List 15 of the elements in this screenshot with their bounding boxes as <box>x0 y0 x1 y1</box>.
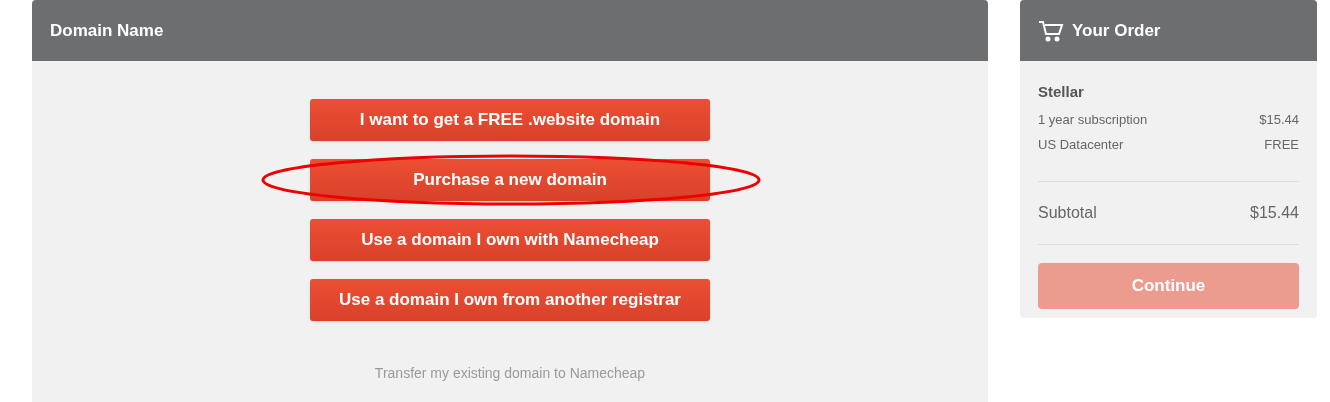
subtotal-label: Subtotal <box>1038 202 1097 223</box>
line-value: $15.44 <box>1259 110 1299 129</box>
line-label: US Datacenter <box>1038 136 1124 154</box>
option-button[interactable]: Use a domain I own with Namecheap <box>310 219 710 261</box>
option-button[interactable]: Use a domain I own from another registrar <box>310 279 710 321</box>
line-label: 1 year subscription <box>1038 110 1148 129</box>
panel-title: Domain Name <box>50 19 164 42</box>
option-button[interactable]: Purchase a new domain <box>310 159 710 201</box>
subtotal-value: $15.44 <box>1250 202 1299 223</box>
line-value: FREE <box>1264 136 1299 154</box>
option-button[interactable]: I want to get a FREE .website domain <box>310 99 710 141</box>
cart-icon <box>1038 19 1064 42</box>
panel-title: Your Order <box>1072 19 1161 42</box>
transfer-link[interactable]: Transfer my existing domain to Namecheap <box>374 363 646 384</box>
product-name: Stellar <box>1038 82 1085 102</box>
